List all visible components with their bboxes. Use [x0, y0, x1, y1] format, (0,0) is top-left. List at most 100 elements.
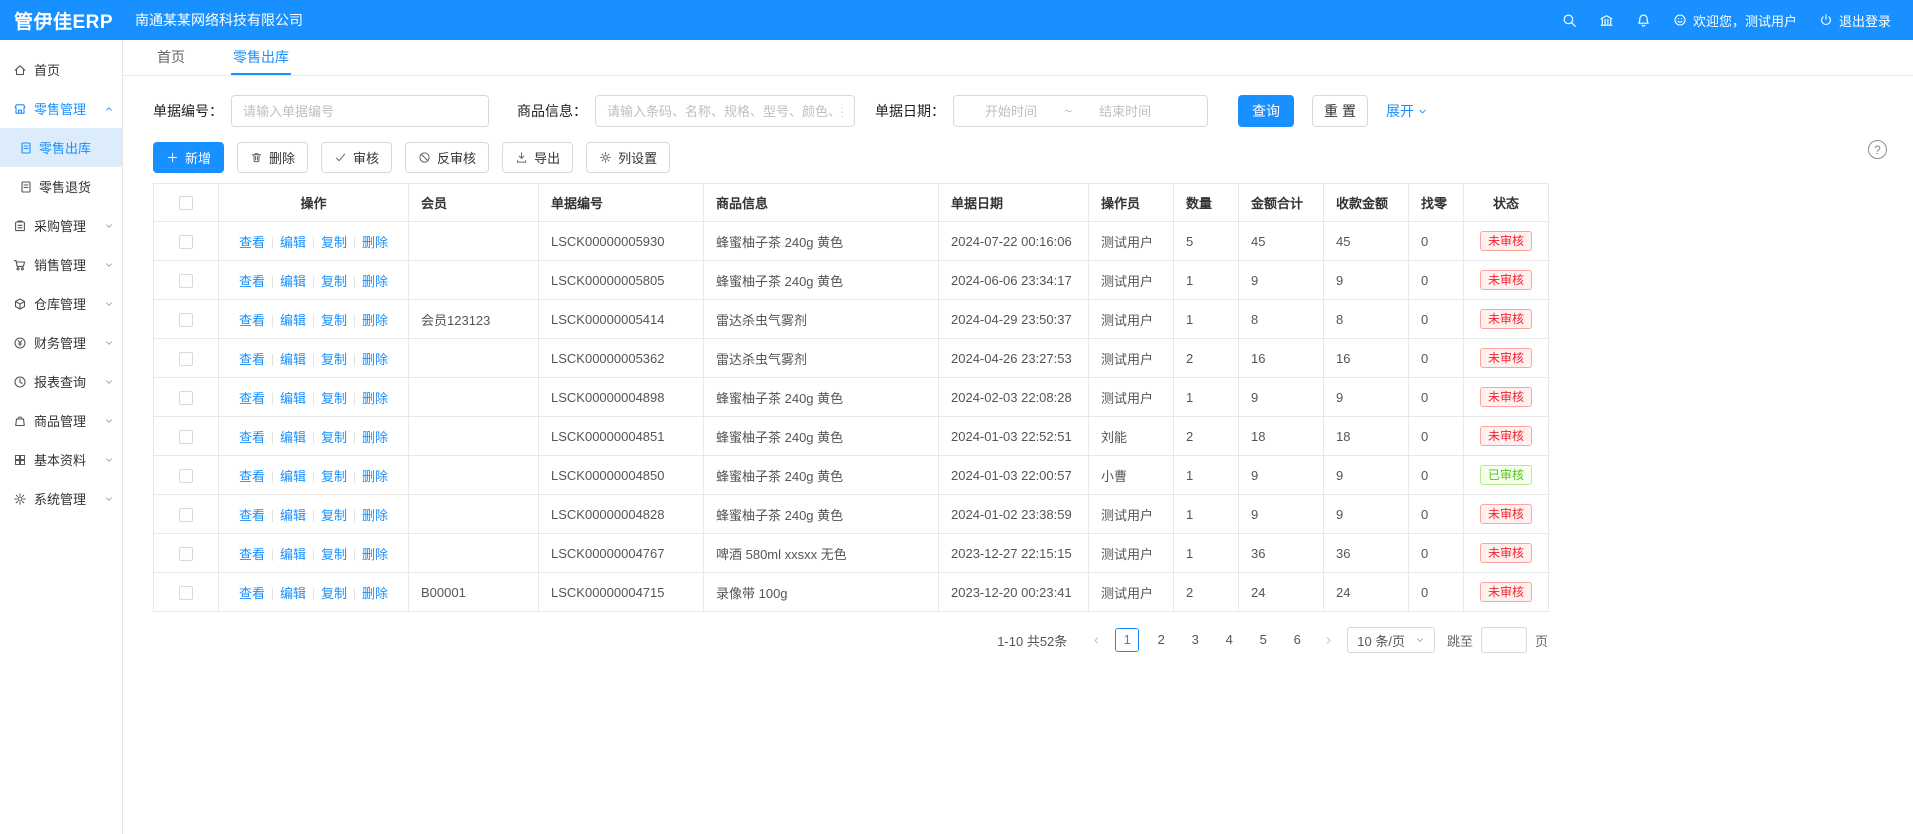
- page-number-6[interactable]: 6: [1285, 628, 1309, 652]
- delete-button[interactable]: 删除: [237, 142, 308, 173]
- order-no-input[interactable]: [231, 95, 489, 127]
- help-button[interactable]: ?: [1868, 140, 1887, 159]
- row-action-delete[interactable]: 删除: [355, 586, 395, 601]
- row-action-edit[interactable]: 编辑: [273, 391, 313, 406]
- row-action-delete[interactable]: 删除: [355, 547, 395, 562]
- sidebar-item-home[interactable]: 首页: [0, 50, 122, 89]
- row-action-copy[interactable]: 复制: [314, 391, 354, 406]
- box-icon: [13, 297, 27, 311]
- sidebar-item-sales[interactable]: 销售管理: [0, 245, 122, 284]
- row-checkbox[interactable]: [179, 547, 193, 561]
- cell-change: 0: [1409, 222, 1464, 261]
- prev-page-button[interactable]: [1085, 628, 1107, 652]
- tab-home[interactable]: 首页: [155, 40, 187, 75]
- select-all-checkbox[interactable]: [179, 196, 193, 210]
- sidebar-item-retail[interactable]: 零售管理: [0, 89, 122, 128]
- row-action-edit[interactable]: 编辑: [273, 430, 313, 445]
- unaudit-button[interactable]: 反审核: [405, 142, 489, 173]
- page-number-1[interactable]: 1: [1115, 628, 1139, 652]
- row-checkbox[interactable]: [179, 391, 193, 405]
- sidebar-item-purchase[interactable]: 采购管理: [0, 206, 122, 245]
- row-action-copy[interactable]: 复制: [314, 508, 354, 523]
- page-size-select[interactable]: 10 条/页: [1347, 627, 1435, 653]
- row-action-edit[interactable]: 编辑: [273, 313, 313, 328]
- row-action-copy[interactable]: 复制: [314, 547, 354, 562]
- row-action-edit[interactable]: 编辑: [273, 235, 313, 250]
- sidebar-item-system[interactable]: 系统管理: [0, 479, 122, 518]
- row-action-view[interactable]: 查看: [232, 508, 272, 523]
- row-action-edit[interactable]: 编辑: [273, 469, 313, 484]
- date-end-input[interactable]: [1074, 104, 1176, 119]
- row-action-view[interactable]: 查看: [232, 313, 272, 328]
- bell-icon[interactable]: [1636, 13, 1651, 28]
- row-checkbox[interactable]: [179, 313, 193, 327]
- row-action-copy[interactable]: 复制: [314, 469, 354, 484]
- page-number-3[interactable]: 3: [1183, 628, 1207, 652]
- row-action-edit[interactable]: 编辑: [273, 274, 313, 289]
- row-action-edit[interactable]: 编辑: [273, 508, 313, 523]
- row-action-delete[interactable]: 删除: [355, 274, 395, 289]
- row-action-delete[interactable]: 删除: [355, 508, 395, 523]
- row-action-copy[interactable]: 复制: [314, 430, 354, 445]
- jump-page-input[interactable]: [1481, 627, 1527, 653]
- row-checkbox[interactable]: [179, 586, 193, 600]
- row-action-edit[interactable]: 编辑: [273, 547, 313, 562]
- row-checkbox[interactable]: [179, 274, 193, 288]
- row-action-view[interactable]: 查看: [232, 547, 272, 562]
- sidebar-subitem-retail-return[interactable]: 零售退货: [0, 167, 122, 206]
- row-checkbox[interactable]: [179, 469, 193, 483]
- sidebar-item-goods[interactable]: 商品管理: [0, 401, 122, 440]
- page-number-2[interactable]: 2: [1149, 628, 1173, 652]
- page-number-5[interactable]: 5: [1251, 628, 1275, 652]
- sidebar-item-report[interactable]: 报表查询: [0, 362, 122, 401]
- row-action-delete[interactable]: 删除: [355, 235, 395, 250]
- sidebar-item-warehouse[interactable]: 仓库管理: [0, 284, 122, 323]
- row-action-view[interactable]: 查看: [232, 430, 272, 445]
- search-button[interactable]: 查询: [1238, 95, 1294, 127]
- cell-qty: 5: [1174, 222, 1239, 261]
- row-action-delete[interactable]: 删除: [355, 313, 395, 328]
- bank-icon[interactable]: [1599, 13, 1614, 28]
- date-range-picker[interactable]: ~: [953, 95, 1208, 127]
- row-action-copy[interactable]: 复制: [314, 586, 354, 601]
- row-checkbox[interactable]: [179, 235, 193, 249]
- row-action-delete[interactable]: 删除: [355, 469, 395, 484]
- row-action-edit[interactable]: 编辑: [273, 586, 313, 601]
- row-action-copy[interactable]: 复制: [314, 235, 354, 250]
- row-action-view[interactable]: 查看: [232, 352, 272, 367]
- welcome-user[interactable]: 欢迎您，测试用户: [1673, 11, 1797, 30]
- cell-operator: 测试用户: [1089, 261, 1174, 300]
- row-action-delete[interactable]: 删除: [355, 430, 395, 445]
- table-row: 查看编辑复制删除LSCK00000005805蜂蜜柚子茶 240g 黄色2024…: [154, 261, 1549, 300]
- row-checkbox[interactable]: [179, 508, 193, 522]
- expand-link[interactable]: 展开: [1386, 101, 1428, 121]
- next-page-button[interactable]: [1317, 628, 1339, 652]
- sidebar-item-finance[interactable]: 财务管理: [0, 323, 122, 362]
- add-button[interactable]: 新增: [153, 142, 224, 173]
- sidebar-subitem-retail-outbound[interactable]: 零售出库: [0, 128, 122, 167]
- tab-retail-outbound[interactable]: 零售出库: [231, 40, 291, 75]
- logout-button[interactable]: 退出登录: [1819, 11, 1891, 30]
- row-action-view[interactable]: 查看: [232, 274, 272, 289]
- row-checkbox[interactable]: [179, 430, 193, 444]
- row-action-delete[interactable]: 删除: [355, 352, 395, 367]
- row-checkbox[interactable]: [179, 352, 193, 366]
- date-start-input[interactable]: [960, 104, 1062, 119]
- row-action-view[interactable]: 查看: [232, 586, 272, 601]
- reset-button[interactable]: 重置: [1312, 95, 1368, 127]
- column-settings-button[interactable]: 列设置: [586, 142, 670, 173]
- row-action-delete[interactable]: 删除: [355, 391, 395, 406]
- row-action-view[interactable]: 查看: [232, 391, 272, 406]
- row-action-view[interactable]: 查看: [232, 235, 272, 250]
- audit-button[interactable]: 审核: [321, 142, 392, 173]
- row-action-view[interactable]: 查看: [232, 469, 272, 484]
- row-action-edit[interactable]: 编辑: [273, 352, 313, 367]
- row-action-copy[interactable]: 复制: [314, 274, 354, 289]
- product-info-input[interactable]: [595, 95, 855, 127]
- search-icon[interactable]: [1562, 13, 1577, 28]
- row-action-copy[interactable]: 复制: [314, 313, 354, 328]
- sidebar-item-basedata[interactable]: 基本资料: [0, 440, 122, 479]
- page-number-4[interactable]: 4: [1217, 628, 1241, 652]
- row-action-copy[interactable]: 复制: [314, 352, 354, 367]
- export-button[interactable]: 导出: [502, 142, 573, 173]
